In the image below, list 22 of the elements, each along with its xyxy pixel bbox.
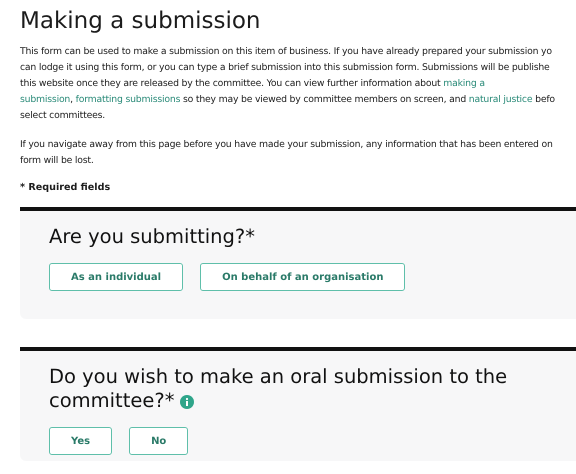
paragraph-text: this website once they are released by the committee. You can view further information about: [20, 78, 442, 89]
paragraph-text: so they may be viewed by committee members on screen, and: [182, 94, 468, 105]
link[interactable]: submission: [20, 94, 70, 105]
paragraph-text: select committees.: [20, 110, 106, 121]
link[interactable]: natural justice: [468, 94, 532, 105]
info-icon[interactable]: [180, 394, 194, 409]
option-button[interactable]: On behalf of an organisation: [200, 263, 406, 291]
option-button[interactable]: As an individual: [49, 263, 184, 291]
paragraph-text: befo: [534, 94, 555, 105]
link[interactable]: formatting submissions: [76, 94, 180, 105]
required-fields-note: * Required fields: [20, 182, 112, 193]
option-button[interactable]: No: [129, 427, 188, 455]
page-title: Making a submission: [20, 8, 262, 34]
option-button[interactable]: Yes: [49, 427, 112, 455]
paragraph-text: If you navigate away from this page before you have made your submission, any information that has been entered on: [20, 139, 553, 150]
paragraph-text: ,: [70, 94, 74, 105]
question-title: Do you wish to make an oral submission to the committee?*: [49, 365, 508, 413]
paragraph-text: can lodge it using this form, or you can type a brief submission into this submission form. Submissions will be publishe: [20, 62, 550, 73]
link[interactable]: making a: [443, 78, 485, 89]
paragraph-text: form will be lost.: [20, 155, 94, 166]
paragraph-text: This form can be used to make a submission on this item of business. If you have already prepared your submission yo: [20, 46, 552, 57]
question-title: Are you submitting?*: [49, 225, 256, 249]
